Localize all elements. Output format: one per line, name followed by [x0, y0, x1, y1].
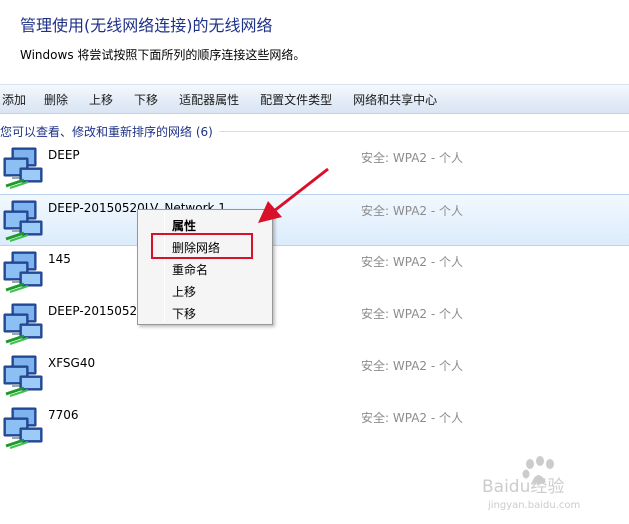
network-row-xfsg40[interactable]: XFSG40 安全: WPA2 - 个人: [0, 350, 629, 402]
menu-item-properties[interactable]: 属性: [172, 217, 196, 234]
annotation-arrow: [258, 167, 329, 223]
watermark-main: Baidu经验: [482, 477, 564, 497]
network-name: XFSG40: [48, 356, 96, 370]
menu-item-move-up[interactable]: 上移: [172, 283, 196, 300]
network-security: 安全: WPA2 - 个人: [361, 307, 463, 321]
network-name: 7706: [48, 408, 79, 422]
context-menu-gutter: [164, 212, 165, 322]
delete-button[interactable]: 删除: [43, 91, 68, 108]
network-row-7706[interactable]: 7706 安全: WPA2 - 个人: [0, 402, 629, 454]
move-up-button[interactable]: 上移: [88, 91, 113, 108]
network-row-deep-2[interactable]: DEEP-20150520LV 安全: WPA2 - 个人: [0, 298, 629, 350]
baidu-watermark: Baidu经验 jingyan.baidu.com: [482, 456, 580, 511]
wireless-network-icon: [3, 251, 43, 293]
wireless-network-icon: [3, 407, 43, 449]
move-down-button[interactable]: 下移: [133, 91, 158, 108]
network-security: 安全: WPA2 - 个人: [361, 359, 463, 373]
page-title: 管理使用(无线网络连接)的无线网络: [20, 16, 273, 35]
wireless-network-icon: [3, 200, 43, 242]
wireless-network-icon: [3, 303, 43, 345]
network-name: DEEP: [48, 148, 80, 162]
menu-item-rename[interactable]: 重命名: [172, 261, 208, 278]
toolbar: 添加 删除 上移 下移 适配器属性 配置文件类型 网络和共享中心: [0, 84, 629, 114]
highlight-box: [151, 233, 253, 259]
network-security: 安全: WPA2 - 个人: [361, 255, 463, 269]
add-button[interactable]: 添加: [1, 91, 26, 108]
network-center-button[interactable]: 网络和共享中心: [352, 91, 437, 108]
network-security: 安全: WPA2 - 个人: [361, 151, 463, 165]
wireless-network-icon: [3, 147, 43, 189]
group-header: 您可以查看、修改和重新排序的网络 (6): [0, 122, 629, 140]
wireless-network-icon: [3, 355, 43, 397]
group-divider: [218, 131, 629, 132]
profile-types-button[interactable]: 配置文件类型: [259, 91, 332, 108]
network-security: 安全: WPA2 - 个人: [361, 204, 463, 218]
group-label: 您可以查看、修改和重新排序的网络 (6): [0, 124, 213, 139]
network-security: 安全: WPA2 - 个人: [361, 411, 463, 425]
page-subtitle: Windows 将尝试按照下面所列的顺序连接这些网络。: [20, 48, 306, 62]
adapter-properties-button[interactable]: 适配器属性: [178, 91, 239, 108]
watermark-url: jingyan.baidu.com: [487, 500, 580, 511]
network-name: 145: [48, 252, 71, 266]
network-row-145[interactable]: 145 安全: WPA2 - 个人: [0, 246, 629, 298]
menu-item-move-down[interactable]: 下移: [172, 305, 196, 322]
